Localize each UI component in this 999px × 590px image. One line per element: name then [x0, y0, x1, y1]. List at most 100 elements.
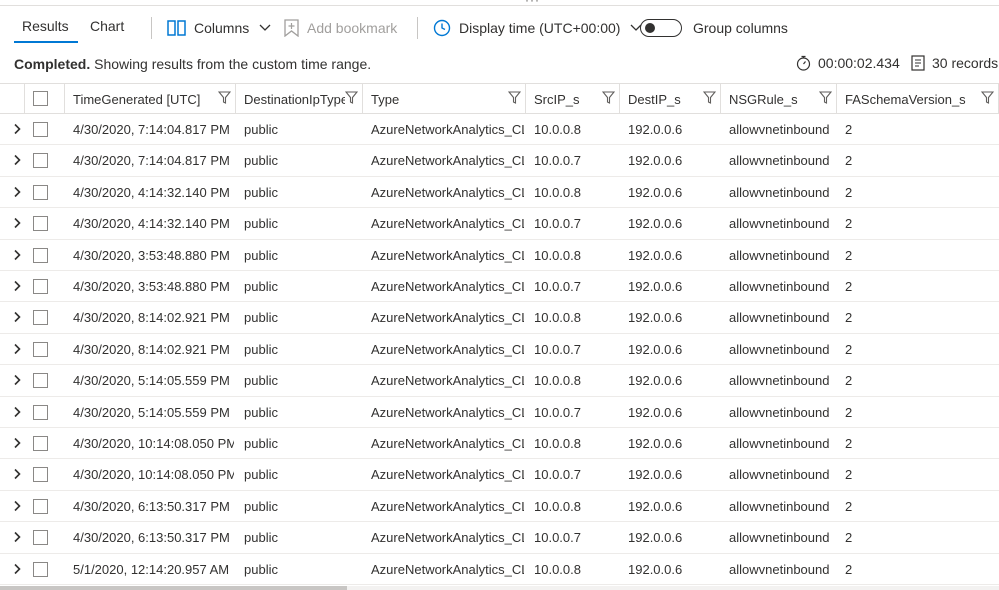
table-cell: 2: [845, 530, 853, 546]
table-cell: 2: [845, 153, 853, 169]
table-row[interactable]: 4/30/2020, 7:14:04.817 PM public AzureNetw…: [0, 114, 999, 146]
tab-chart[interactable]: Chart: [90, 18, 124, 34]
row-checkbox[interactable]: [33, 341, 48, 357]
table-cell: 2: [845, 247, 853, 263]
table-cell: 4/30/2020, 4:14:32.140 PM: [73, 184, 230, 200]
row-checkbox[interactable]: [33, 310, 48, 326]
table-cell: public: [244, 216, 278, 232]
table-cell: 4/30/2020, 6:13:50.317 PM: [73, 530, 230, 546]
toggle-switch[interactable]: [640, 19, 682, 37]
filter-icon[interactable]: [818, 91, 833, 107]
row-checkbox[interactable]: [33, 436, 48, 451]
row-checkbox[interactable]: [33, 153, 48, 169]
table-row[interactable]: 5/1/2020, 12:14:20.957 AM public AzureNetw…: [0, 554, 999, 585]
filter-icon[interactable]: [344, 91, 359, 107]
table-cell: AzureNetworkAnalytics_CL: [371, 310, 524, 326]
tab-results[interactable]: Results: [22, 18, 69, 34]
table-row[interactable]: 4/30/2020, 8:14:02.921 PM public AzureNetw…: [0, 334, 999, 366]
select-all-checkbox[interactable]: [33, 91, 48, 106]
table-cell: 2: [845, 216, 853, 232]
table-cell: 2: [845, 279, 853, 294]
column-header[interactable]: Type: [363, 84, 526, 114]
row-checkbox[interactable]: [33, 122, 48, 137]
columns-button[interactable]: Columns: [167, 16, 279, 40]
filter-icon[interactable]: [217, 91, 232, 107]
chevron-right-icon[interactable]: [11, 154, 23, 166]
row-checkbox[interactable]: [33, 467, 48, 483]
table-cell: 192.0.0.6: [628, 436, 683, 451]
row-checkbox[interactable]: [33, 279, 48, 294]
filter-icon[interactable]: [507, 91, 522, 107]
column-header-label: DestIP_s: [628, 91, 681, 107]
table-row[interactable]: 4/30/2020, 4:14:32.140 PM public AzureNetw…: [0, 208, 999, 240]
column-header[interactable]: DestIP_s: [620, 84, 721, 114]
table-cell: AzureNetworkAnalytics_CL: [371, 247, 524, 263]
table-cell: 4/30/2020, 8:14:02.921 PM: [73, 310, 230, 326]
chevron-right-icon[interactable]: [11, 217, 23, 229]
row-checkbox[interactable]: [33, 498, 48, 514]
table-cell: allowvnetinbound: [729, 279, 830, 294]
group-columns-toggle[interactable]: Group columns: [640, 16, 788, 40]
table-row[interactable]: 4/30/2020, 3:53:48.880 PM public AzureNetw…: [0, 240, 999, 271]
table-row[interactable]: 4/30/2020, 5:14:05.559 PM public AzureNetw…: [0, 397, 999, 428]
table-cell: 4/30/2020, 8:14:02.921 PM: [73, 341, 230, 357]
chevron-right-icon[interactable]: [11, 343, 23, 355]
table-row[interactable]: 4/30/2020, 4:14:32.140 PM public AzureNetw…: [0, 177, 999, 209]
table-cell: 192.0.0.6: [628, 467, 683, 483]
table-row[interactable]: 4/30/2020, 5:14:05.559 PM public AzureNetw…: [0, 365, 999, 397]
chevron-right-icon[interactable]: [11, 249, 23, 261]
chevron-right-icon[interactable]: [11, 468, 23, 480]
table-row[interactable]: 4/30/2020, 10:14:08.050 PM public AzureNet…: [0, 428, 999, 460]
table-cell: 4/30/2020, 5:14:05.559 PM: [73, 373, 230, 389]
column-header[interactable]: NSGRule_s: [721, 84, 837, 114]
filter-icon[interactable]: [980, 91, 995, 107]
chevron-right-icon[interactable]: [11, 500, 23, 512]
table-row[interactable]: 4/30/2020, 6:13:50.317 PM public AzureNetw…: [0, 522, 999, 554]
table-cell: public: [244, 341, 278, 357]
table-cell: allowvnetinbound: [729, 404, 830, 420]
table-cell: 2: [845, 498, 853, 514]
row-checkbox[interactable]: [33, 184, 48, 200]
table-cell: 10.0.0.7: [534, 467, 581, 483]
chevron-right-icon[interactable]: [11, 280, 23, 292]
table-row[interactable]: 4/30/2020, 7:14:04.817 PM public AzureNetw…: [0, 145, 999, 177]
table-cell: allowvnetinbound: [729, 153, 830, 169]
chevron-right-icon[interactable]: [11, 374, 23, 386]
row-checkbox[interactable]: [33, 216, 48, 232]
chevron-right-icon[interactable]: [11, 123, 23, 135]
chevron-right-icon[interactable]: [11, 437, 23, 449]
table-cell: public: [244, 247, 278, 263]
table-cell: AzureNetworkAnalytics_CL: [371, 530, 524, 546]
row-checkbox[interactable]: [33, 561, 48, 577]
row-checkbox[interactable]: [33, 373, 48, 389]
row-checkbox[interactable]: [33, 530, 48, 546]
column-header[interactable]: TimeGenerated [UTC]: [65, 84, 236, 114]
table-cell: 192.0.0.6: [628, 216, 683, 232]
horizontal-scrollbar[interactable]: [0, 586, 999, 590]
chevron-right-icon[interactable]: [11, 311, 23, 323]
table-row[interactable]: 4/30/2020, 6:13:50.317 PM public AzureNetw…: [0, 491, 999, 523]
table-cell: 4/30/2020, 3:53:48.880 PM: [73, 247, 230, 263]
chevron-right-icon[interactable]: [11, 406, 23, 418]
chevron-right-icon[interactable]: [11, 563, 23, 575]
row-checkbox[interactable]: [33, 247, 48, 263]
table-cell: public: [244, 373, 278, 389]
add-bookmark-button[interactable]: Add bookmark: [284, 16, 397, 40]
table-cell: public: [244, 404, 278, 420]
column-header[interactable]: DestinationIpType: [236, 84, 363, 114]
scrollbar-thumb[interactable]: [0, 586, 347, 590]
table-row[interactable]: 4/30/2020, 3:53:48.880 PM public AzureNetw…: [0, 271, 999, 303]
column-header[interactable]: SrcIP_s: [526, 84, 620, 114]
column-header-label: Type: [371, 91, 400, 107]
display-time-dropdown[interactable]: Display time (UTC+00:00): [433, 16, 650, 40]
more-handle-icon[interactable]: ···: [525, 0, 540, 7]
table-row[interactable]: 4/30/2020, 8:14:02.921 PM public AzureNetw…: [0, 302, 999, 334]
table-cell: 4/30/2020, 10:14:08.050 PM: [73, 436, 234, 451]
filter-icon[interactable]: [601, 91, 616, 107]
chevron-right-icon[interactable]: [11, 531, 23, 543]
table-row[interactable]: 4/30/2020, 10:14:08.050 PM public AzureNet…: [0, 459, 999, 491]
column-header[interactable]: FASchemaVersion_s: [837, 84, 999, 114]
filter-icon[interactable]: [702, 91, 717, 107]
row-checkbox[interactable]: [33, 404, 48, 420]
chevron-right-icon[interactable]: [11, 186, 23, 198]
